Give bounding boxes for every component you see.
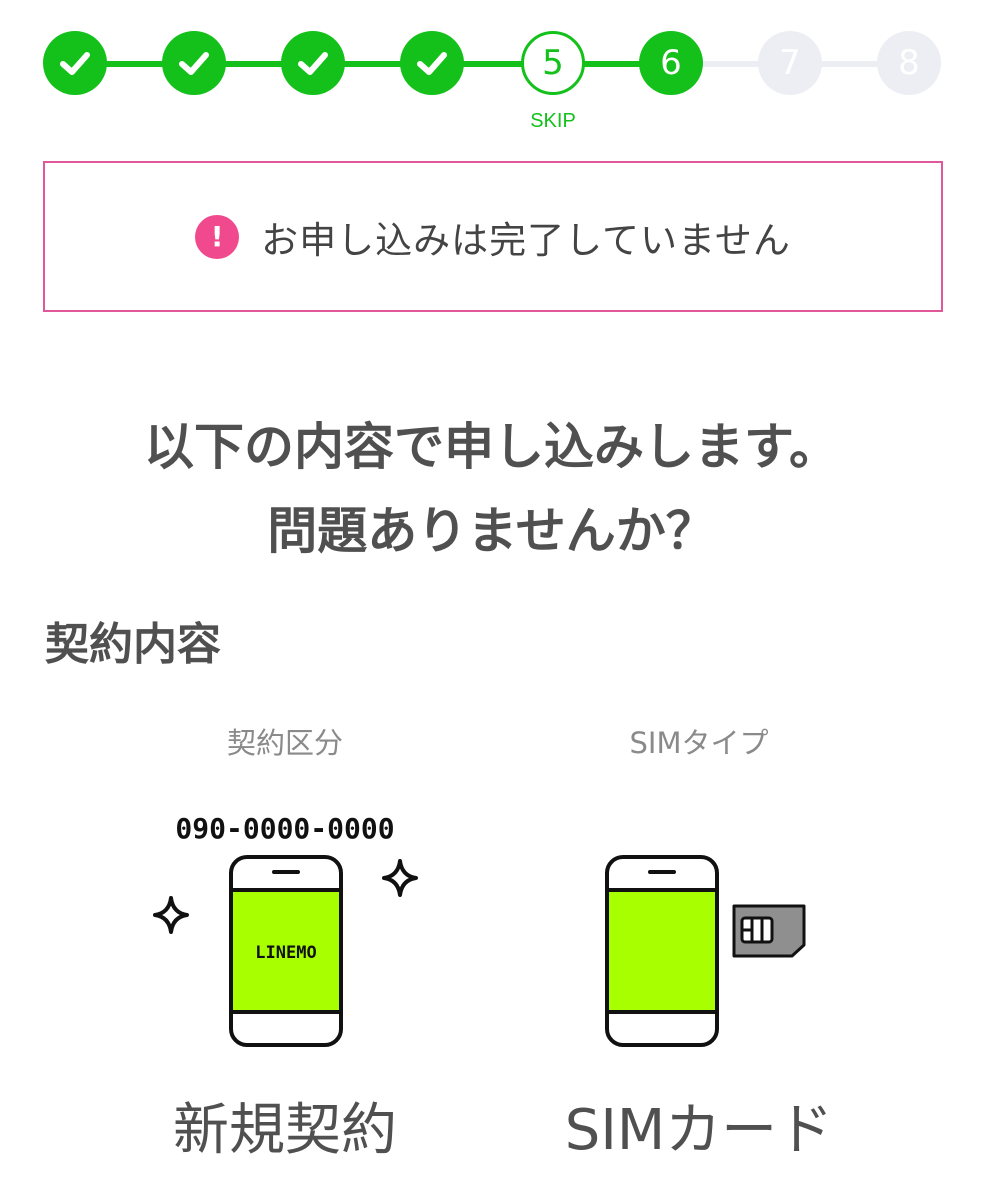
contract-type-value: 新規契約: [173, 1098, 397, 1163]
step-5: 5: [521, 31, 585, 95]
sparkle-icon: [382, 859, 418, 897]
step-4: [400, 31, 464, 95]
confirm-heading-line-2: 問題ありませんか？: [267, 502, 716, 560]
checkmark-icon: [179, 52, 209, 75]
sim-card-illustration: [605, 855, 806, 1047]
phone-screen-text: LINEMO: [255, 943, 316, 963]
new-phone-illustration: LINEMO: [153, 855, 418, 1047]
step-7-number: 7: [779, 43, 801, 83]
confirm-heading: 以下の内容で申し込みします。 問題ありませんか？: [0, 405, 983, 573]
step-5-skip-label: SKIP: [530, 110, 576, 132]
checkmark-icon: [417, 52, 447, 75]
confirm-heading-line-1: 以下の内容で申し込みします。: [144, 418, 839, 476]
sparkle-icon: [153, 896, 189, 934]
alert-message: お申し込みは完了していません: [261, 218, 791, 262]
step-5-number: 5: [542, 43, 564, 83]
sim-type-card: SIMタイプ SIMカード: [519, 720, 879, 1163]
checkmark-icon: [298, 52, 328, 75]
step-8: 8: [877, 31, 941, 95]
sim-type-value: SIMカード: [564, 1098, 834, 1163]
section-title-contract: 契約内容: [45, 619, 221, 670]
exclamation-icon: !: [195, 214, 240, 259]
step-3: [281, 31, 345, 95]
step-6-number: 6: [660, 43, 682, 83]
incomplete-alert: ! お申し込みは完了していません: [43, 161, 943, 312]
step-7: 7: [758, 31, 822, 95]
step-6: 6: [639, 31, 703, 95]
progress-stepper: 5 SKIP 6 7 8: [0, 0, 983, 140]
step-8-number: 8: [898, 43, 920, 83]
contract-type-card: 契約区分 090-0000-0000 LINEMO 新規契約: [105, 720, 465, 1163]
phone-screen: [609, 890, 715, 1012]
step-2: [162, 31, 226, 95]
checkmark-icon: [60, 52, 90, 75]
step-1: [43, 31, 107, 95]
